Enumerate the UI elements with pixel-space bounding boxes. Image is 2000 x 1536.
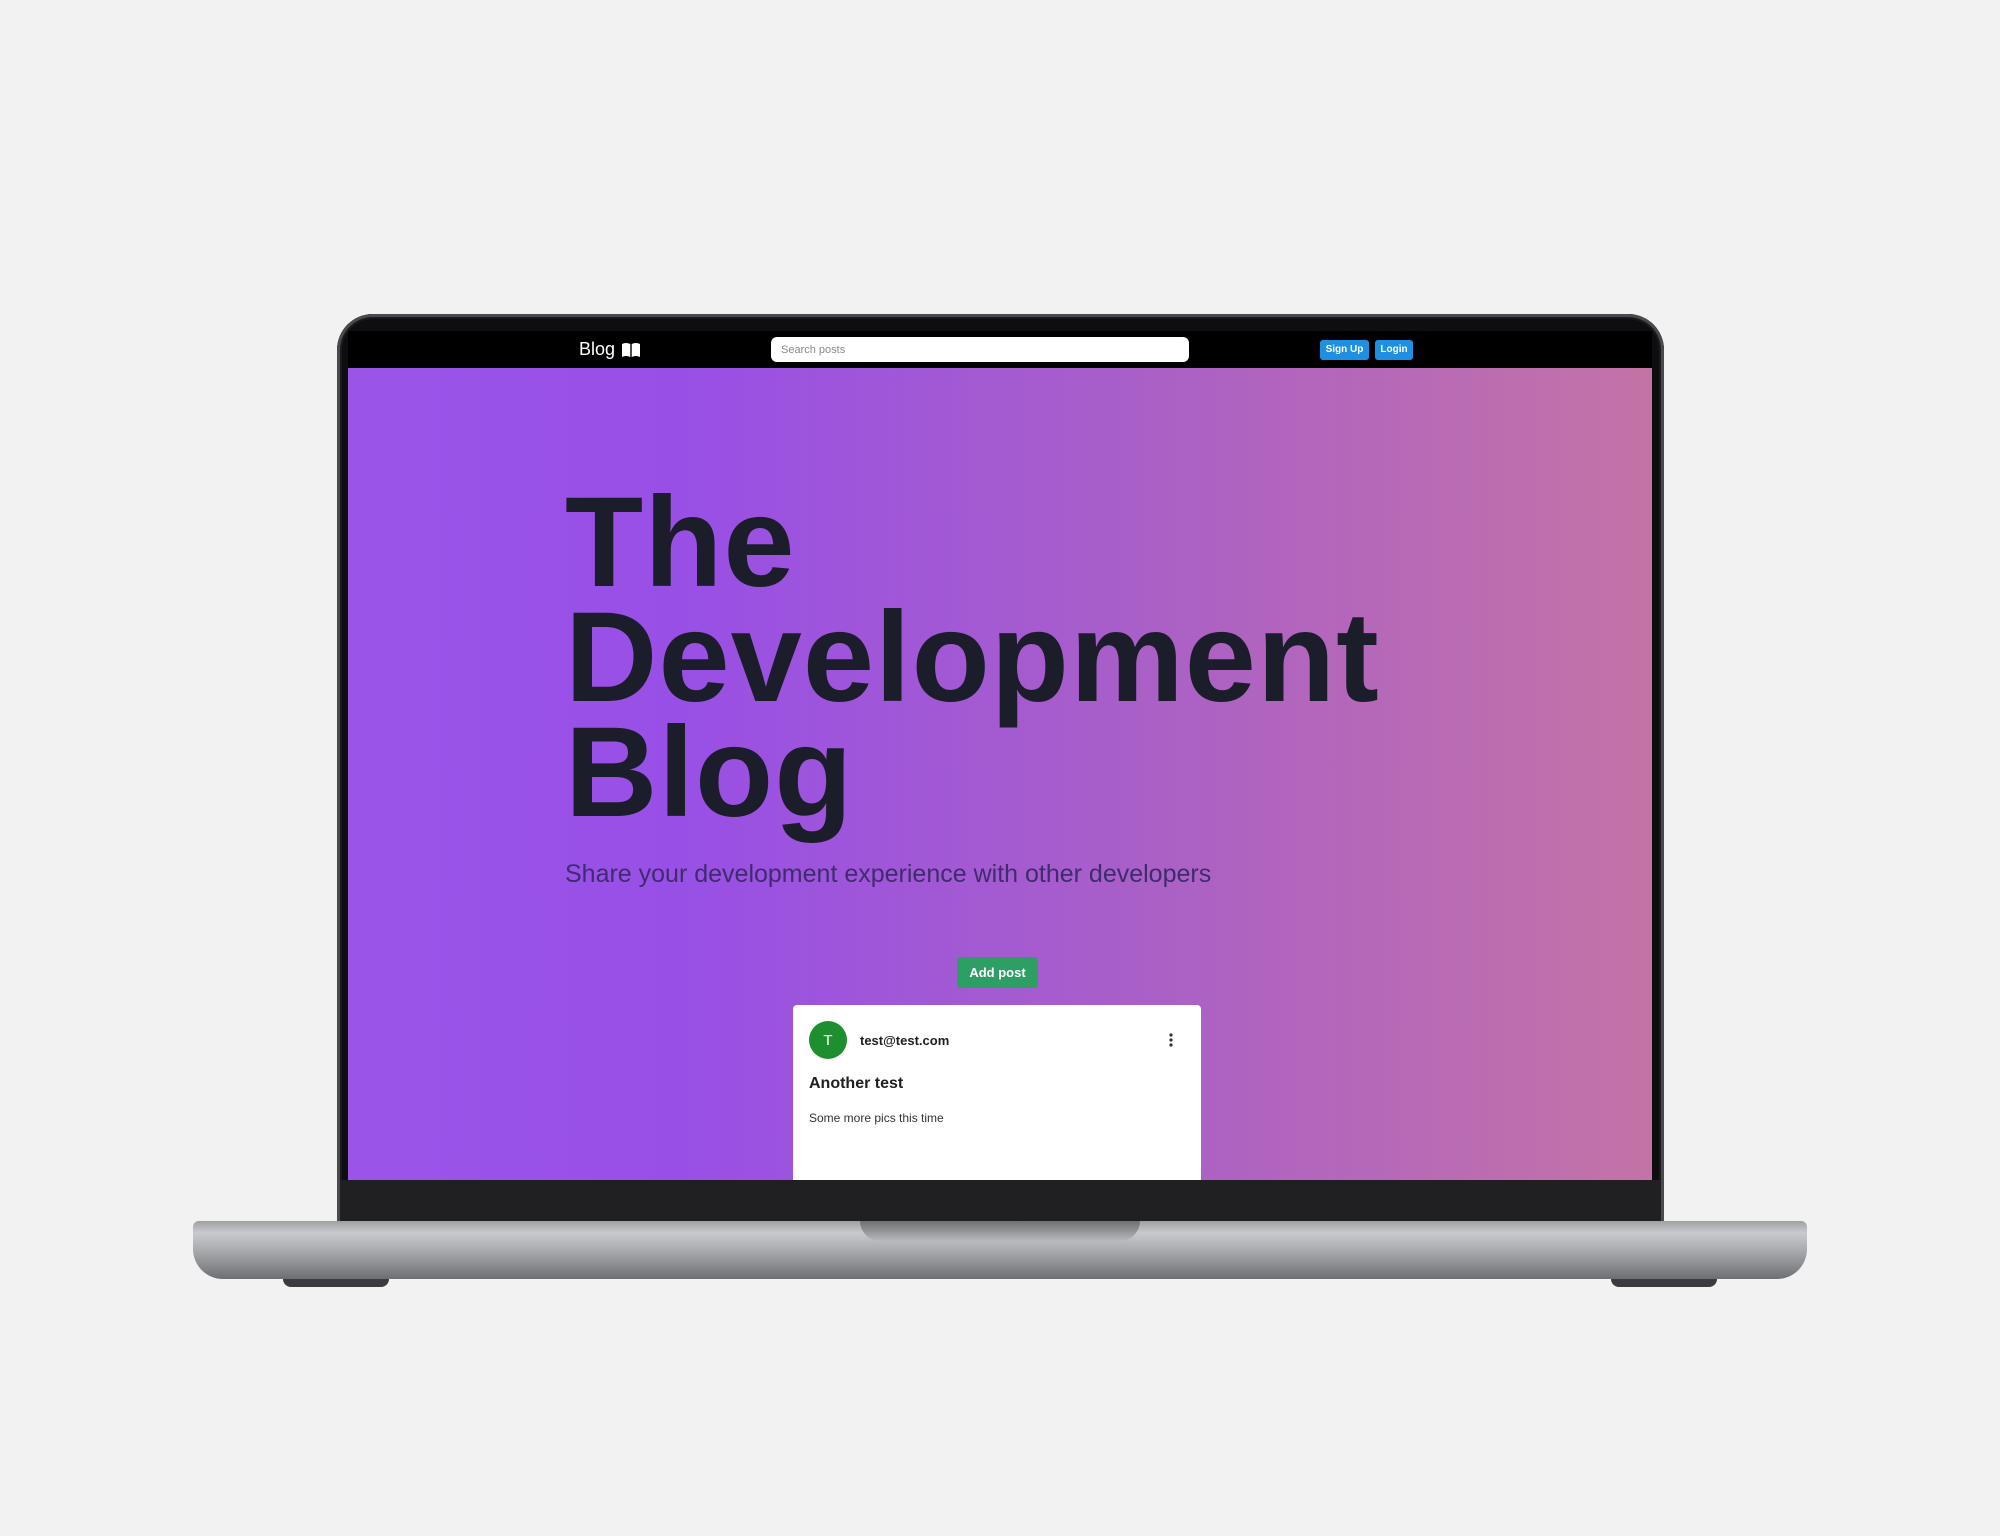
avatar: T: [809, 1021, 847, 1059]
open-book-icon: [622, 342, 641, 357]
hero-title: The Development Blog: [565, 479, 1465, 837]
search-input[interactable]: [771, 337, 1189, 362]
post-title: Another test: [809, 1075, 904, 1092]
signup-button[interactable]: Sign Up: [1320, 340, 1369, 360]
laptop-foot-right: [1611, 1279, 1717, 1287]
post-author: test@test.com: [860, 1033, 950, 1048]
login-button[interactable]: Login: [1375, 340, 1413, 360]
screen: Blog Sign Up Login The Development Blog …: [348, 331, 1652, 1180]
brand-label: Blog: [579, 339, 616, 359]
navbar: Blog Sign Up Login: [348, 331, 1652, 368]
brand-link[interactable]: Blog: [579, 339, 641, 360]
laptop-notch: [860, 1221, 1140, 1241]
post-card[interactable]: T test@test.com Another test Some more p…: [793, 1005, 1201, 1180]
add-post-button[interactable]: Add post: [957, 957, 1038, 988]
hero-section: The Development Blog Share your developm…: [348, 368, 1652, 1180]
post-body: Some more pics this time: [809, 1111, 944, 1125]
hero-subtitle: Share your development experience with o…: [565, 860, 1212, 888]
laptop-foot-left: [283, 1279, 389, 1287]
hero-title-line: Blog: [565, 701, 854, 844]
more-vertical-icon[interactable]: [1168, 1032, 1174, 1048]
laptop-chin: [340, 1180, 1661, 1222]
